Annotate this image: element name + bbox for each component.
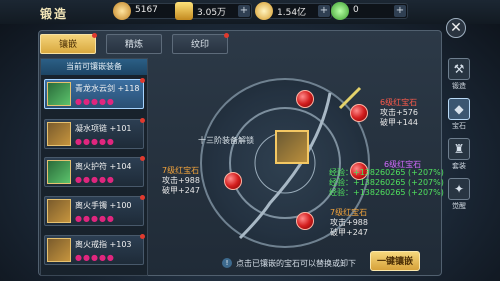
gold-bar-icon (175, 2, 193, 20)
notification-dot (140, 234, 145, 239)
sidebar-item-set[interactable]: ♜ 套装 (446, 138, 472, 178)
sidebar-item-forge[interactable]: ⚒ 锻造 (446, 58, 472, 98)
gem-slot-bottom[interactable] (296, 212, 314, 230)
notification-dot (92, 33, 97, 38)
gem-label-3: 7级红宝石 攻击+988 破甲+247 (330, 208, 368, 237)
ring-icon (47, 238, 71, 262)
currency-coin: 1.54亿 + (255, 2, 332, 20)
gem-slot-right-top[interactable] (350, 104, 368, 122)
tab-seal[interactable]: 纹印 (172, 33, 229, 54)
selected-equipment-slot[interactable] (275, 130, 309, 164)
coin-icon (255, 2, 273, 20)
tab-inlay[interactable]: 镶嵌 (40, 33, 97, 54)
list-item-bracelet[interactable]: 离火手镯 +100 ●●●●● (44, 195, 145, 226)
anvil-icon: ⚒ (448, 58, 470, 80)
notification-dot (224, 33, 229, 38)
gem-label-1: 6级红宝石 攻击+576 破甲+144 (380, 98, 418, 127)
notification-dot (140, 78, 145, 83)
gem-label-2: 7级红宝石 攻击+988 破甲+247 (162, 166, 200, 195)
sidebar-item-gem[interactable]: ◆ 宝石 (446, 98, 472, 138)
exp-gain-lines: 经验：+138260265 (+207%) 经验：+138260265 (+20… (329, 168, 444, 197)
add-gold-button[interactable]: + (238, 5, 250, 17)
sidebar-item-awaken[interactable]: ✦ 觉醒 (446, 178, 472, 218)
unlock-hint: 十三阶装备解锁 (198, 136, 254, 145)
currency-jade: 0 + (331, 2, 408, 20)
footer-tip: 点击已镶嵌的宝石可以替换或卸下 (236, 259, 356, 268)
add-coin-button[interactable]: + (318, 5, 330, 17)
notification-dot (140, 156, 145, 161)
notification-dot (140, 118, 145, 123)
notification-dot (140, 195, 145, 200)
add-jade-button[interactable]: + (394, 5, 406, 17)
necklace-icon (47, 122, 71, 146)
one-key-inlay-button[interactable]: 一键镶嵌 (370, 251, 420, 271)
tab-refine[interactable]: 精炼 (106, 34, 162, 54)
gem-slot-left[interactable] (224, 172, 242, 190)
list-item-necklace[interactable]: 凝水项链 +101 ●●●●● (44, 118, 145, 149)
armor-icon: ♜ (448, 138, 470, 160)
list-item-sword[interactable]: 青龙水云剑 +118 ●●●●● (44, 78, 145, 109)
info-icon: ! (222, 258, 232, 268)
list-item-amulet[interactable]: 离火护符 +104 ●●●●● (44, 156, 145, 187)
jade-icon (331, 2, 349, 20)
list-header: 当前可镶嵌装备 (41, 59, 147, 75)
list-item-ring[interactable]: 离火戒指 +103 ●●●●● (44, 234, 145, 265)
currency-gold: 3.05万 + (175, 2, 252, 20)
gem-currency-icon (113, 2, 131, 20)
top-bar: 锻造 5167 + 3.05万 + 1.54亿 + 0 + (0, 0, 500, 24)
sword-icon (47, 82, 71, 106)
equipment-list: 当前可镶嵌装备 青龙水云剑 +118 ●●●●● 凝水项链 +101 ●●●●●… (40, 58, 148, 276)
gem-slot-top[interactable] (296, 90, 314, 108)
amulet-icon (47, 160, 71, 184)
close-button[interactable]: ✕ (446, 18, 466, 38)
gem-icon: ◆ (448, 98, 470, 120)
awaken-icon: ✦ (448, 178, 470, 200)
bracelet-icon (47, 199, 71, 223)
page-title: 锻造 (40, 7, 69, 21)
